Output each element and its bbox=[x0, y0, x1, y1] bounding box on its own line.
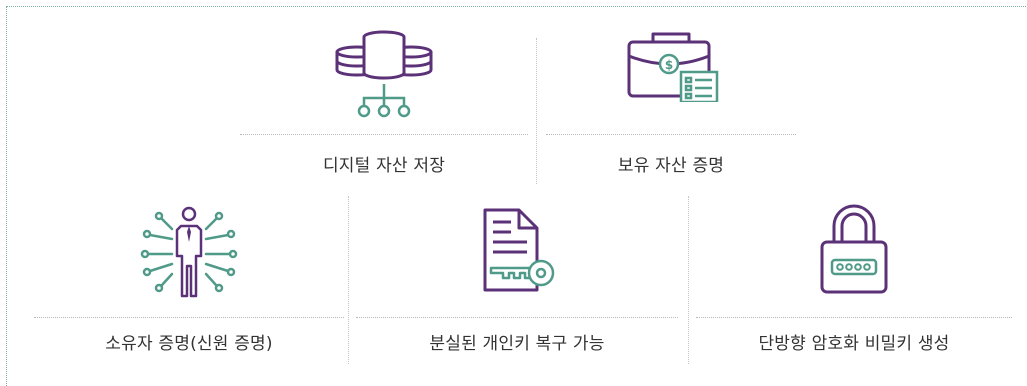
feature-owner-proof: 소유자 증명(신원 증명) bbox=[34, 200, 344, 360]
vertical-divider bbox=[688, 196, 689, 364]
person-network-icon bbox=[140, 206, 238, 298]
divider-line bbox=[240, 134, 528, 135]
divider-line bbox=[34, 317, 344, 318]
briefcase-document-icon: $ bbox=[627, 32, 719, 102]
divider-line bbox=[696, 317, 1012, 318]
divider-line bbox=[356, 317, 678, 318]
divider-line bbox=[546, 134, 796, 135]
feature-one-way-encryption: 단방향 암호화 비밀키 생성 bbox=[696, 200, 1012, 360]
vertical-divider bbox=[536, 38, 537, 184]
feature-asset-proof: $ 보유 자산 증명 bbox=[546, 28, 796, 188]
feature-label: 소유자 증명(신원 증명) bbox=[105, 334, 273, 354]
feature-label: 보유 자산 증명 bbox=[617, 156, 725, 176]
feature-key-recovery: 분실된 개인키 복구 가능 bbox=[356, 200, 678, 360]
feature-label: 분실된 개인키 복구 가능 bbox=[429, 334, 605, 354]
feature-label: 디지털 자산 저장 bbox=[322, 156, 446, 176]
feature-digital-asset-storage: 디지털 자산 저장 bbox=[240, 28, 528, 188]
database-icon bbox=[335, 30, 433, 118]
padlock-password-icon bbox=[820, 204, 888, 294]
feature-label: 단방향 암호화 비밀키 생성 bbox=[758, 334, 950, 354]
coin-symbol: $ bbox=[665, 58, 673, 72]
vertical-divider bbox=[348, 196, 349, 364]
document-key-icon bbox=[483, 208, 555, 292]
